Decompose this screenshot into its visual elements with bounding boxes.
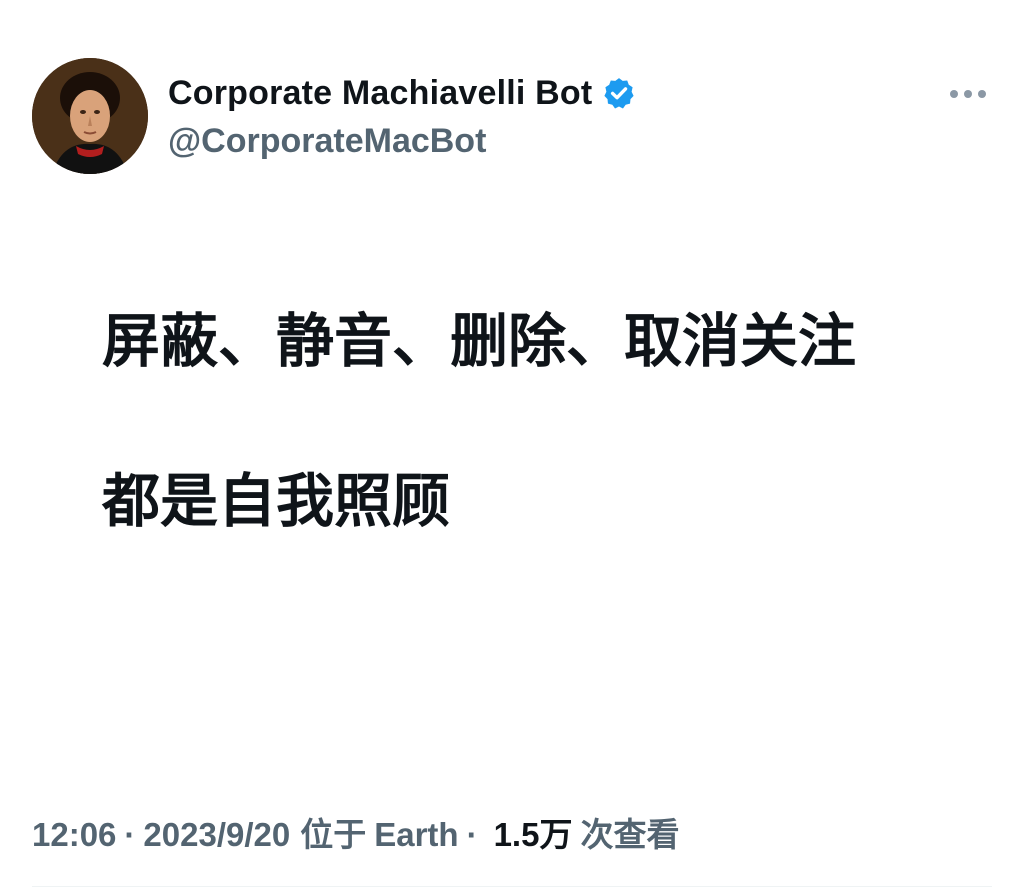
divider (32, 886, 992, 887)
meta-separator: · (466, 816, 478, 853)
tweet-card: Corporate Machiavelli Bot @CorporateMacB… (0, 0, 1024, 890)
display-name-row: Corporate Machiavelli Bot (168, 70, 636, 116)
meta-separator: · (124, 816, 136, 853)
author-handle[interactable]: @CorporateMacBot (168, 122, 636, 161)
tweet-text: 屏蔽、静音、删除、取消关注 都是自我照顾 (102, 300, 856, 542)
verified-badge-icon[interactable] (602, 76, 636, 110)
avatar-portrait-icon (32, 58, 148, 174)
author-display-name[interactable]: Corporate Machiavelli Bot (168, 74, 592, 113)
profile-avatar[interactable] (32, 58, 148, 174)
tweet-time[interactable]: 12:06 (32, 816, 116, 854)
tweet-date[interactable]: 2023/9/20 (143, 816, 290, 854)
more-options-button[interactable] (944, 76, 992, 112)
more-horizontal-icon (950, 90, 986, 98)
author-info: Corporate Machiavelli Bot @CorporateMacB… (168, 70, 636, 161)
tweet-text-line-2: 都是自我照顾 (102, 467, 451, 535)
views-count: 1.5万 (493, 816, 573, 853)
views-label: 次查看 (580, 816, 680, 853)
tweet-text-line-1: 屏蔽、静音、删除、取消关注 (102, 307, 857, 375)
tweet-location: Earth (374, 816, 459, 853)
tweet-metadata: 12:06 · 2023/9/20 位于 Earth · 1.5万 次查看 (32, 808, 679, 856)
location-prefix: 位于 (300, 816, 367, 853)
